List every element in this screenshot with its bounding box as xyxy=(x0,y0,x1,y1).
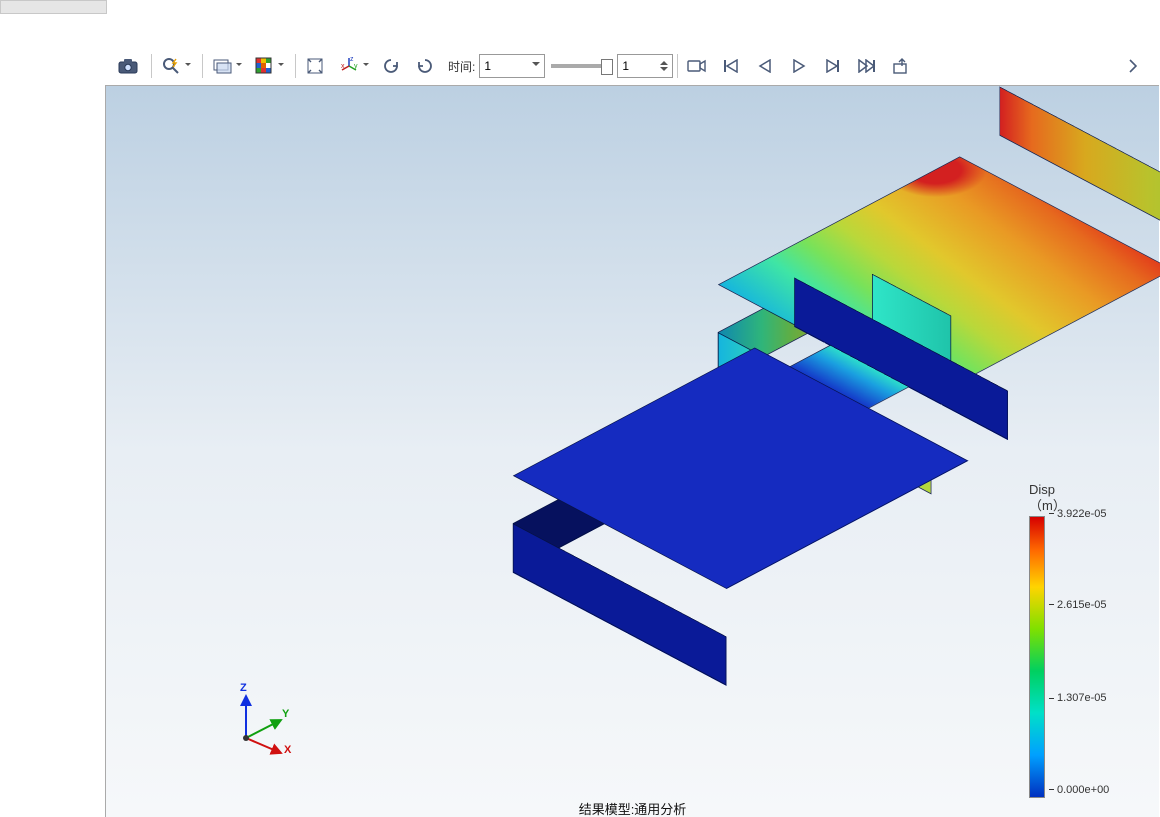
next-frame-button[interactable] xyxy=(818,51,848,81)
screenshot-button[interactable] xyxy=(113,51,143,81)
separator xyxy=(151,54,152,78)
export-icon xyxy=(892,58,910,74)
legend-title-line1: Disp xyxy=(1029,482,1055,497)
time-slider[interactable] xyxy=(551,64,611,68)
view-layers-button[interactable] xyxy=(207,51,237,81)
expand-arrow-button[interactable] xyxy=(1118,51,1148,81)
app-window: zy x 时间: 1 1 xyxy=(0,0,1160,817)
skip-last-icon xyxy=(858,59,876,73)
rotate-cw-button[interactable] xyxy=(410,51,440,81)
axis-x-label: X xyxy=(284,744,291,756)
color-legend: Disp （m） 3.922e-052.615e-051.307e-050.00… xyxy=(1029,482,1139,799)
orientation-triad: Z Y X xyxy=(226,678,306,758)
chevron-right-icon xyxy=(1129,59,1137,73)
viewer-toolbar: zy x 时间: 1 1 xyxy=(105,48,1160,84)
legend-ticks: 3.922e-052.615e-051.307e-050.000e+00 xyxy=(1049,512,1129,792)
3d-viewport[interactable]: Z Y X Disp （m） 3.922e-052.615e-051.307e-… xyxy=(105,85,1159,817)
stacked-sheets-icon xyxy=(212,58,232,74)
colormap-button[interactable] xyxy=(249,51,279,81)
svg-text:z: z xyxy=(350,56,354,63)
fit-view-button[interactable] xyxy=(300,51,330,81)
frame-spinner-value: 1 xyxy=(622,59,629,73)
export-animation-button[interactable] xyxy=(886,51,916,81)
frame-combo[interactable]: 1 xyxy=(479,54,545,78)
fit-bounds-icon xyxy=(306,57,324,75)
prev-frame-button[interactable] xyxy=(750,51,780,81)
legend-tick: 2.615e-05 xyxy=(1049,599,1107,611)
rotate-cw-icon xyxy=(416,57,434,75)
play-button[interactable] xyxy=(784,51,814,81)
svg-text:y: y xyxy=(354,63,358,70)
viewport-caption: 结果模型:通用分析 xyxy=(106,799,1159,817)
frame-combo-value: 1 xyxy=(484,59,491,73)
axis-y-label: Y xyxy=(282,708,289,720)
window-tab-stub xyxy=(0,0,107,14)
triad-icon xyxy=(226,678,306,758)
camera-icon xyxy=(118,58,138,74)
slider-thumb[interactable] xyxy=(601,59,613,75)
last-frame-button[interactable] xyxy=(852,51,882,81)
legend-colorbar xyxy=(1029,516,1045,798)
legend-tick: 3.922e-05 xyxy=(1049,508,1107,520)
legend-tick: 0.000e+00 xyxy=(1049,784,1109,796)
titlebar-area xyxy=(0,0,1160,40)
skip-first-icon xyxy=(723,59,739,73)
xyz-axes-icon: zy x xyxy=(339,56,359,76)
rotate-ccw-button[interactable] xyxy=(376,51,406,81)
separator xyxy=(677,54,678,78)
quick-zoom-button[interactable] xyxy=(156,51,186,81)
legend-tick: 1.307e-05 xyxy=(1049,692,1107,704)
axis-z-label: Z xyxy=(240,682,247,694)
separator xyxy=(295,54,296,78)
rotate-ccw-icon xyxy=(382,57,400,75)
spinner-arrows[interactable] xyxy=(660,57,670,75)
axes-orientation-button[interactable]: zy x xyxy=(334,51,364,81)
frame-spinner[interactable]: 1 xyxy=(617,54,673,78)
magnifier-bolt-icon xyxy=(162,57,180,75)
camcorder-icon xyxy=(687,59,707,73)
step-back-icon xyxy=(758,59,772,73)
time-label: 时间: xyxy=(448,58,475,75)
separator xyxy=(202,54,203,78)
play-icon xyxy=(792,59,806,73)
record-button[interactable] xyxy=(682,51,712,81)
step-forward-icon xyxy=(825,59,841,73)
svg-text:x: x xyxy=(341,63,345,70)
first-frame-button[interactable] xyxy=(716,51,746,81)
rubiks-cube-icon xyxy=(255,57,273,75)
